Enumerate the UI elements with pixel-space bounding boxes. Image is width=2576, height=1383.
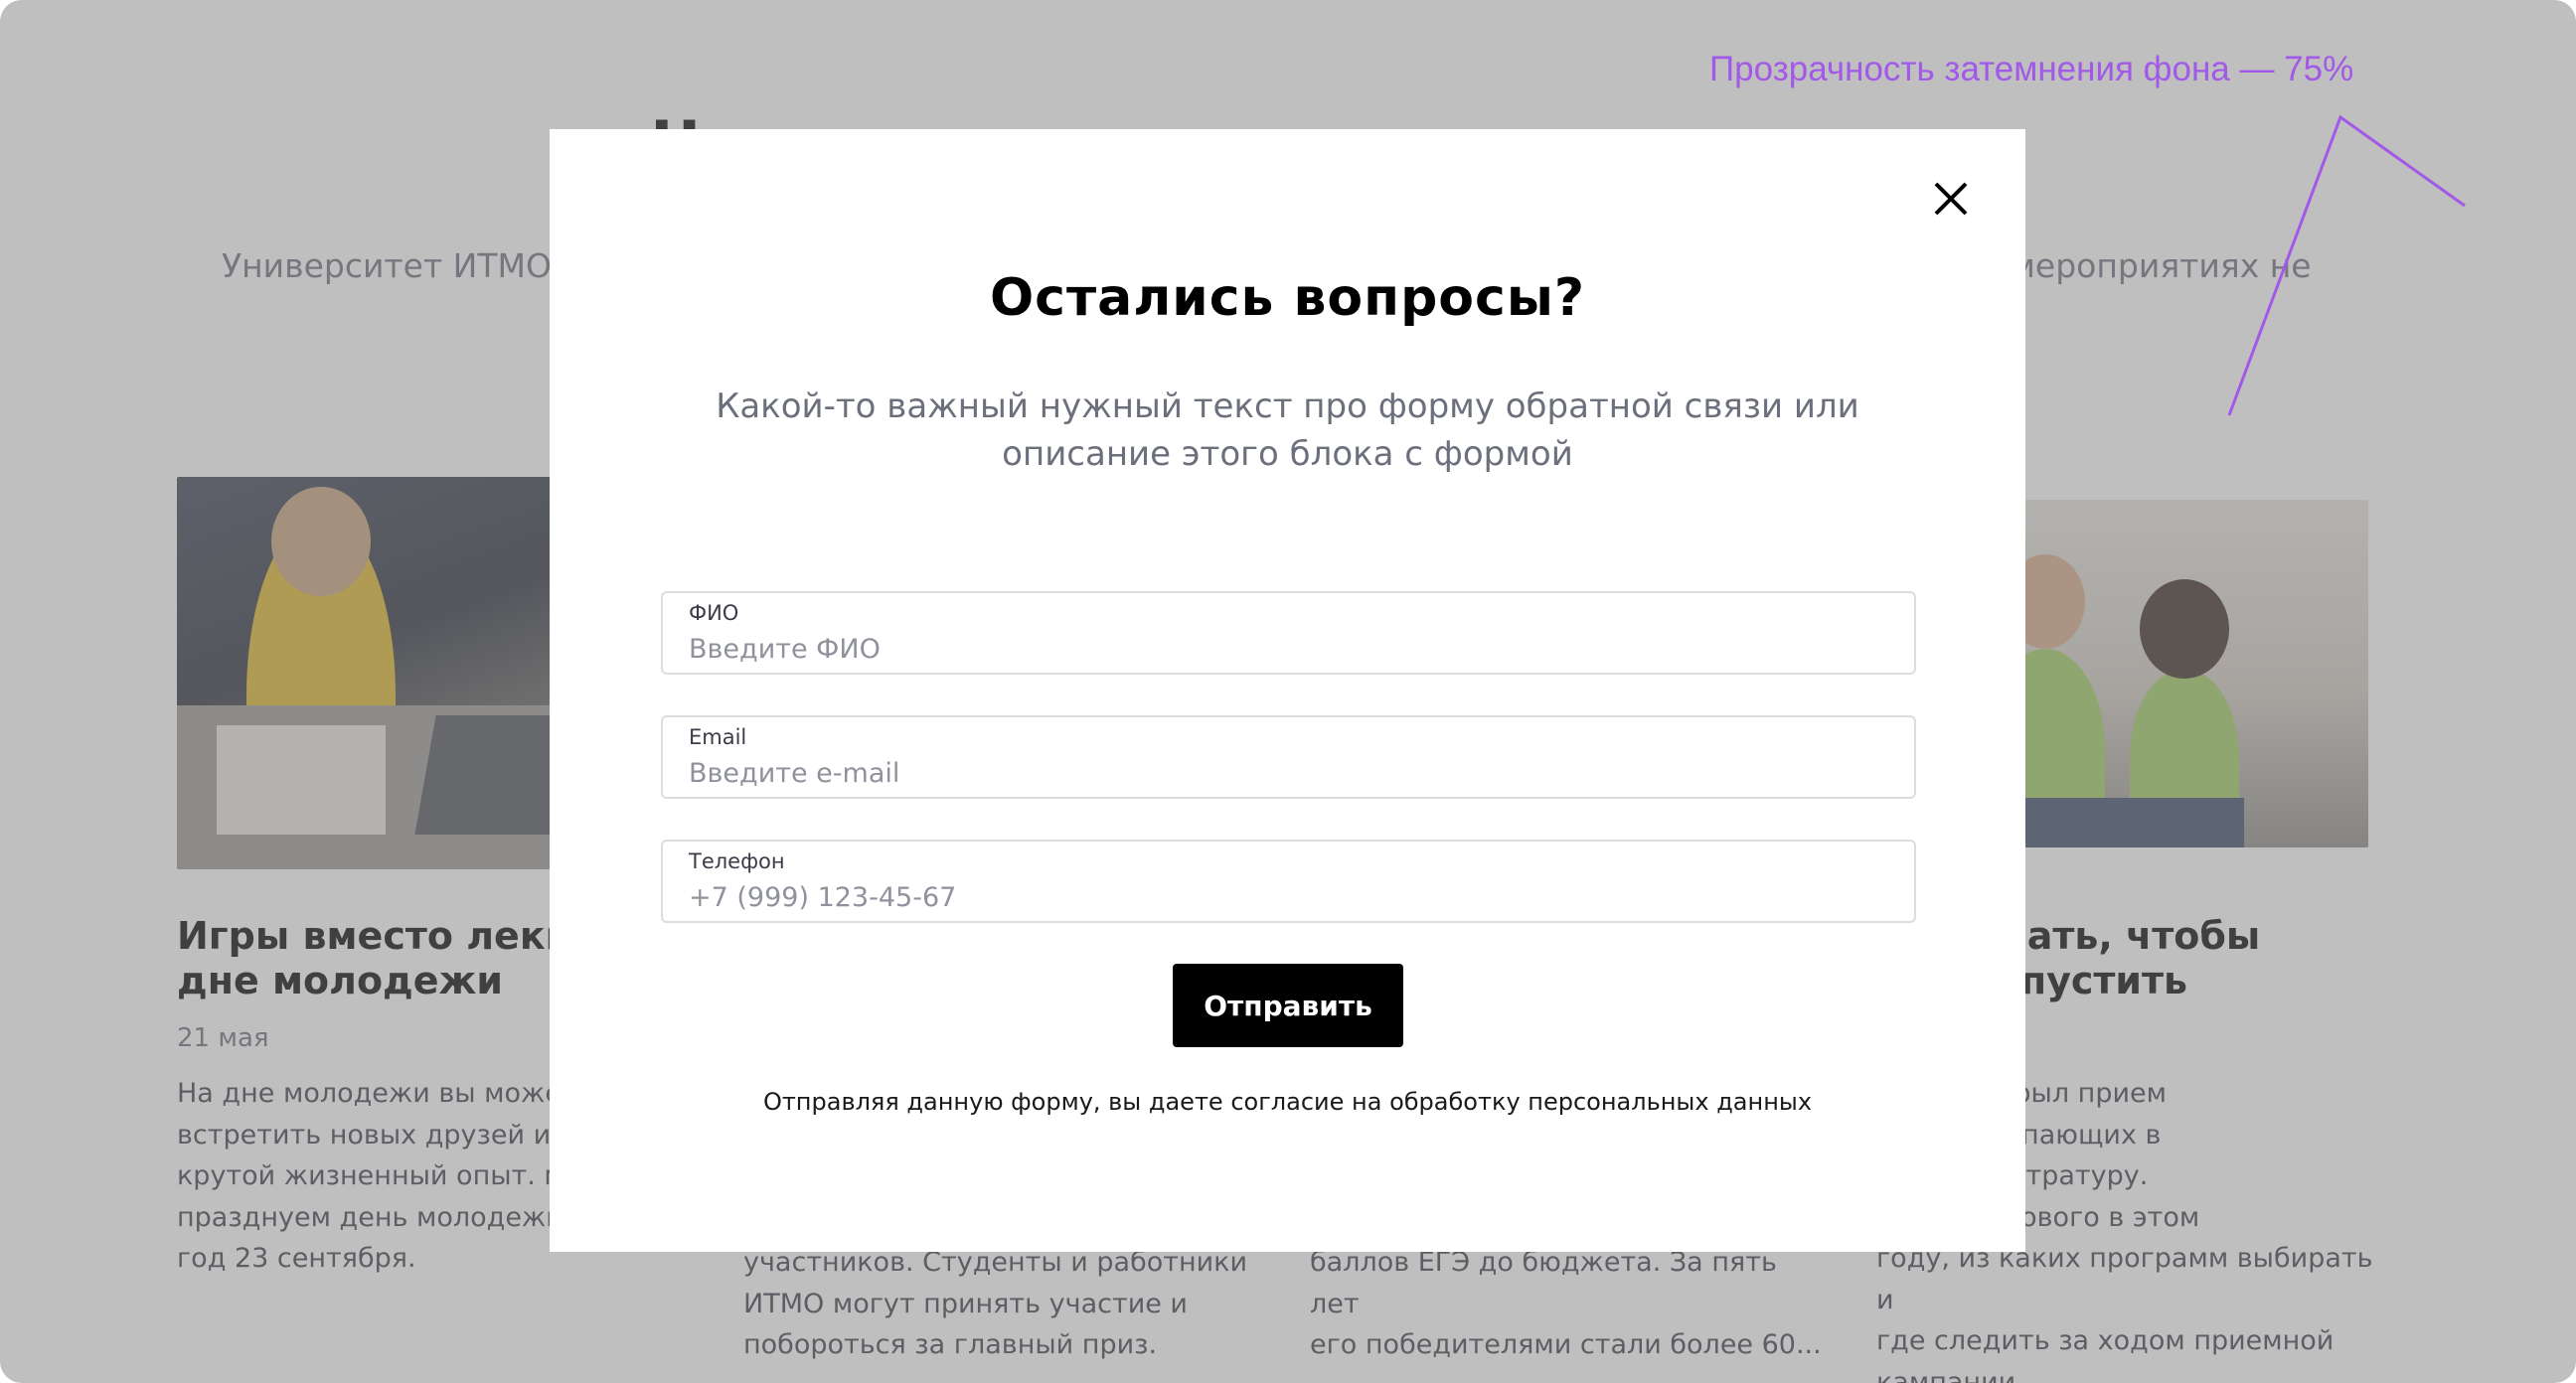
phone-field-label: Телефон	[689, 849, 785, 873]
name-input[interactable]	[689, 631, 1881, 667]
name-field[interactable]: ФИО	[661, 591, 1916, 675]
email-field-label: Email	[689, 725, 747, 749]
modal-description: Какой-то важный нужный текст про форму о…	[716, 386, 1859, 474]
submit-button[interactable]: Отправить	[1173, 964, 1403, 1047]
page: Ч Университет ИТМО х мероприятиях не Игр…	[0, 0, 2576, 1383]
consent-text: Отправляя данную форму, вы даете согласи…	[762, 1088, 1813, 1116]
feedback-modal: Остались вопросы? Какой-то важный нужный…	[550, 129, 2025, 1252]
email-field[interactable]: Email	[661, 715, 1916, 799]
close-button[interactable]	[1926, 174, 1976, 224]
name-field-label: ФИО	[689, 601, 739, 625]
modal-title: Остались вопросы?	[989, 268, 1586, 328]
close-icon	[1934, 182, 1968, 216]
phone-field[interactable]: Телефон	[661, 840, 1916, 923]
email-input[interactable]	[689, 755, 1881, 791]
phone-input[interactable]	[689, 879, 1881, 915]
